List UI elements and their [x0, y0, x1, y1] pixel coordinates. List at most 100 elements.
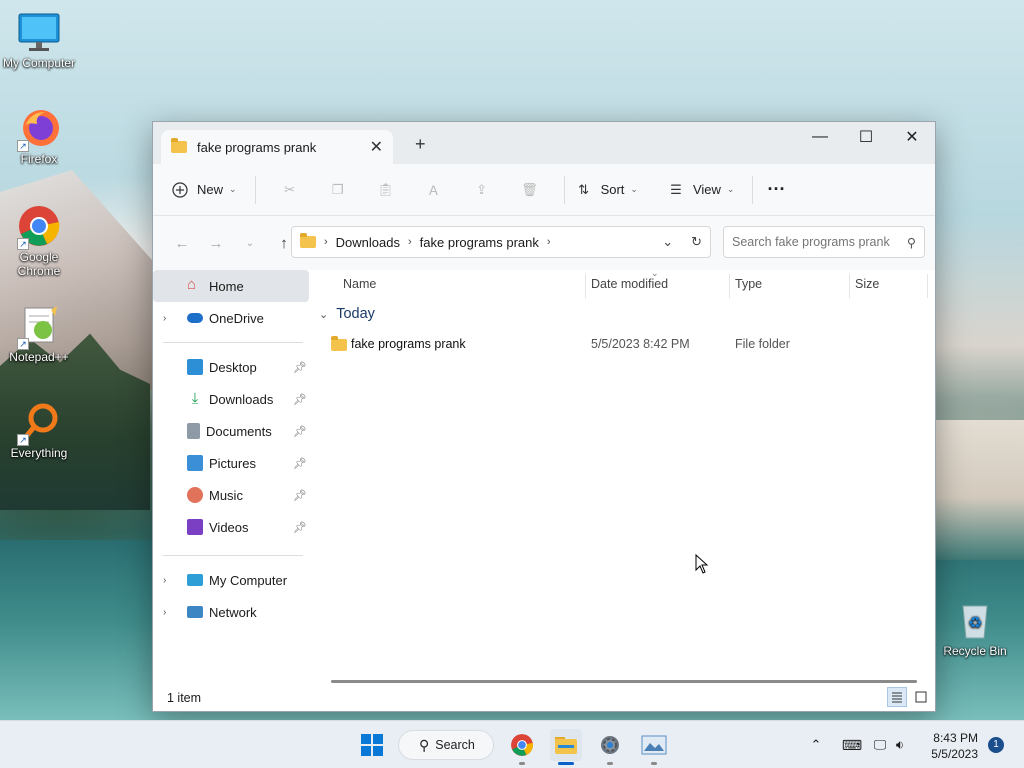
chrome-icon [511, 734, 534, 756]
nav-item-videos[interactable]: Videos 📌︎ [153, 511, 311, 543]
column-divider[interactable] [585, 274, 586, 298]
column-divider[interactable] [927, 274, 928, 298]
breadcrumb-separator-icon: › [324, 236, 328, 248]
pin-icon[interactable]: 📌︎ [293, 457, 307, 470]
mouse-cursor-icon [695, 554, 709, 574]
network-status-icon[interactable]: 🖵︎ [870, 737, 890, 753]
running-indicator [607, 762, 613, 765]
group-header-today[interactable]: ⌄ Today [319, 306, 375, 322]
videos-icon [187, 519, 203, 535]
forward-button[interactable]: → [199, 235, 233, 252]
monitor-icon [187, 574, 203, 586]
nav-item-downloads[interactable]: ⤓ Downloads 📌︎ [153, 383, 311, 415]
taskbar-settings[interactable] [594, 729, 626, 765]
delete-button[interactable]: 🗑︎ [506, 174, 554, 206]
nav-item-desktop[interactable]: Desktop 📌︎ [153, 351, 311, 383]
tiles-view-icon [915, 691, 927, 703]
search-input[interactable] [732, 235, 907, 249]
nav-item-documents[interactable]: Documents 📌︎ [153, 415, 311, 447]
taskbar-search-button[interactable]: ⚲ Search [398, 730, 494, 760]
table-row[interactable]: fake programs prank 5/5/2023 8:42 PM Fil… [313, 330, 937, 358]
rename-button[interactable]: Ａ [410, 174, 458, 206]
column-divider[interactable] [849, 274, 850, 298]
firefox-icon: ↗ [17, 106, 61, 152]
tab-title: fake programs prank [197, 139, 317, 155]
nav-item-music[interactable]: Music 📌︎ [153, 479, 311, 511]
share-button[interactable]: ⇪ [458, 174, 506, 206]
divider [563, 175, 565, 204]
more-options-button[interactable]: ··· [767, 174, 785, 206]
start-button[interactable] [356, 729, 388, 761]
cut-button[interactable]: ✂ [266, 174, 314, 206]
breadcrumb-current-folder[interactable]: fake programs prank [420, 235, 539, 250]
desktop-icon-notepadpp[interactable]: ↗ Notepad++ [0, 304, 78, 364]
tiles-view-button[interactable] [911, 687, 931, 707]
collapse-chevron-icon[interactable]: ⌄ [319, 308, 328, 321]
horizontal-scrollbar[interactable] [331, 680, 917, 683]
column-headers: Name Date modified ⌄ Type Size [313, 268, 937, 298]
tab-fake-programs-prank[interactable]: fake programs prank ✕ [161, 130, 393, 164]
shortcut-arrow-icon: ↗ [17, 338, 29, 350]
new-label: New [197, 182, 224, 197]
desktop-icon-chrome[interactable]: ↗ Google Chrome [0, 204, 78, 278]
close-button[interactable]: ✕ [889, 122, 935, 152]
desktop-icon-everything[interactable]: ↗ Everything [0, 400, 78, 460]
recent-locations-button[interactable]: ⌄ [233, 238, 267, 249]
show-hidden-icons-chevron-icon[interactable]: ⌃ [806, 737, 826, 753]
column-divider[interactable] [729, 274, 730, 298]
expand-chevron-icon[interactable]: › [163, 313, 179, 324]
nav-item-my-computer[interactable]: › My Computer [153, 564, 311, 596]
file-name: fake programs prank [351, 337, 466, 351]
expand-chevron-icon[interactable]: › [163, 607, 179, 618]
copy-button[interactable]: ❐ [314, 174, 362, 206]
column-header-name[interactable]: Name [343, 277, 376, 291]
expand-chevron-icon[interactable]: › [163, 575, 179, 586]
chevron-down-icon: ⌄ [726, 184, 735, 194]
nav-item-home[interactable]: ⌂ Home [153, 270, 309, 302]
tab-close-icon[interactable]: ✕ [370, 137, 383, 157]
notification-badge[interactable]: 1 [988, 737, 1004, 753]
sort-button[interactable]: ⇅ Sort ⌄ [575, 174, 638, 206]
pin-icon[interactable]: 📌︎ [293, 489, 307, 502]
back-button[interactable]: ← [165, 235, 199, 252]
taskbar-file-explorer[interactable] [550, 729, 582, 765]
column-header-date[interactable]: Date modified [591, 277, 668, 291]
search-box[interactable]: ⚲ [723, 226, 925, 258]
maximize-button[interactable]: ☐ [843, 122, 889, 152]
paste-button[interactable]: 📋︎ [362, 174, 410, 206]
refresh-icon[interactable]: ↻ [691, 234, 702, 250]
pin-icon[interactable]: 📌︎ [293, 521, 307, 534]
desktop-icon-label: Firefox [20, 152, 58, 166]
taskbar-photos[interactable] [638, 729, 670, 765]
address-dropdown-icon[interactable]: ⌄ [662, 234, 673, 250]
desktop-icon-label: Everything [10, 446, 68, 460]
clock[interactable]: 8:43 PM 5/5/2023 [924, 730, 978, 762]
new-button[interactable]: New ⌄ [171, 174, 237, 206]
desktop-icon-recycle-bin[interactable]: ♻ Recycle Bin [936, 598, 1014, 658]
folder-icon [331, 336, 347, 351]
address-bar[interactable]: › Downloads › fake programs prank › ⌄ ↻ [291, 226, 711, 258]
column-header-size[interactable]: Size [855, 277, 879, 291]
pin-icon[interactable]: 📌︎ [293, 361, 307, 374]
pin-icon[interactable]: 📌︎ [293, 393, 307, 406]
keyboard-icon[interactable]: ⌨ [836, 737, 868, 754]
running-indicator [519, 762, 525, 765]
nav-item-network[interactable]: › Network [153, 596, 311, 628]
folder-icon [171, 138, 187, 153]
nav-item-pictures[interactable]: Pictures 📌︎ [153, 447, 311, 479]
column-header-type[interactable]: Type [735, 277, 762, 291]
minimize-button[interactable]: — [797, 122, 843, 152]
item-count: 1 item [167, 691, 202, 705]
sort-label: Sort [600, 182, 625, 197]
new-tab-button[interactable]: + [415, 134, 426, 155]
volume-icon[interactable]: 🔉︎ [890, 737, 910, 753]
desktop-icon-firefox[interactable]: ↗ Firefox [0, 106, 78, 166]
details-view-button[interactable] [887, 687, 907, 707]
breadcrumb-downloads[interactable]: Downloads [336, 235, 400, 250]
view-toggle [887, 687, 931, 707]
taskbar-chrome[interactable] [506, 729, 538, 765]
pin-icon[interactable]: 📌︎ [293, 425, 307, 438]
nav-item-onedrive[interactable]: › OneDrive [153, 302, 311, 334]
desktop-icon-my-computer[interactable]: My Computer [0, 10, 78, 70]
view-button[interactable]: ☰ View ⌄ [667, 174, 735, 206]
